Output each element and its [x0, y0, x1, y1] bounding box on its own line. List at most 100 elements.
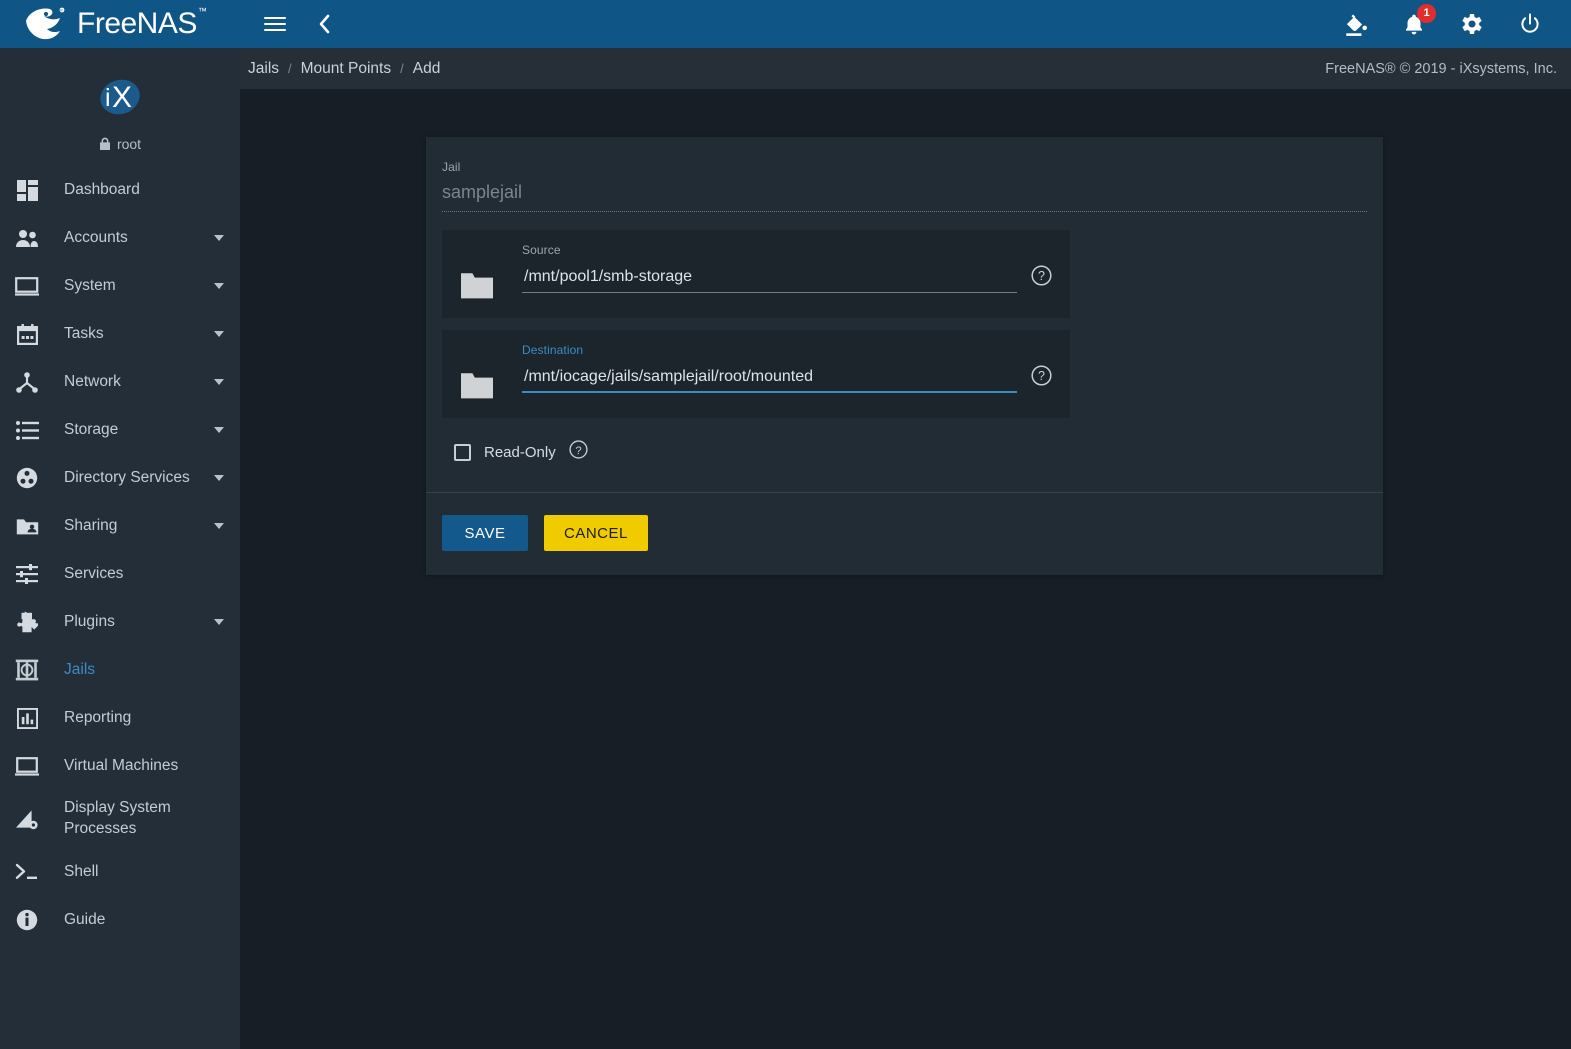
chevron-down-icon[interactable] — [214, 283, 224, 289]
readonly-label[interactable]: Read-Only — [484, 444, 556, 461]
sidebar-item-label: Network — [64, 372, 121, 390]
sidebar-item-accounts[interactable]: Accounts — [0, 214, 240, 262]
power-icon[interactable] — [1513, 7, 1547, 41]
readonly-checkbox[interactable] — [454, 443, 471, 461]
folder-icon — [461, 273, 493, 299]
brand-trademark: ™ — [197, 6, 207, 16]
people-icon — [10, 229, 44, 248]
sidebar-menu-list: Dashboard Accounts System Tasks Network … — [0, 166, 240, 944]
copyright-notice: FreeNAS® © 2019 - iXsystems, Inc. — [1325, 60, 1557, 77]
sidebar-item-plugins[interactable]: Plugins — [0, 598, 240, 646]
sidebar-item-label: Plugins — [64, 612, 115, 630]
sidebar-item-label: Tasks — [64, 324, 104, 342]
sidebar-item-dashboard[interactable]: Dashboard — [0, 166, 240, 214]
sidebar-item-sharing[interactable]: Sharing — [0, 502, 240, 550]
save-button[interactable]: SAVE — [442, 515, 528, 551]
sidebar-item-label: Storage — [64, 420, 119, 438]
main-content: Jails / Mount Points / Add FreeNAS® © 20… — [240, 48, 1571, 1049]
form-actions: SAVE CANCEL — [426, 493, 1383, 575]
chevron-down-icon[interactable] — [214, 331, 224, 337]
jail-select-value[interactable]: samplejail — [442, 182, 1367, 212]
sidebar-item-jails[interactable]: Jails — [0, 646, 240, 694]
chevron-down-icon[interactable] — [214, 475, 224, 481]
sidebar-item-system[interactable]: System — [0, 262, 240, 310]
source-input[interactable] — [522, 268, 1017, 293]
breadcrumb-item-mount-points[interactable]: Mount Points — [301, 60, 391, 78]
sidebar-item-label: Directory Services — [64, 468, 190, 486]
topbar-right-controls: 1 — [1339, 4, 1571, 41]
chevron-left-icon[interactable] — [308, 7, 342, 41]
readonly-field: Read-Only ? — [442, 430, 1367, 484]
source-explorer-card: Source ? — [442, 230, 1070, 318]
chevron-down-icon[interactable] — [214, 427, 224, 433]
sidebar-item-label: Shell — [64, 862, 99, 880]
breadcrumb-item-add: Add — [412, 59, 441, 77]
destination-input[interactable] — [522, 368, 1017, 393]
breadcrumb-separator: / — [400, 60, 404, 76]
breadcrumb-separator: / — [288, 60, 292, 76]
svg-text:X: X — [112, 81, 132, 114]
sidebar-username-row[interactable]: root — [0, 136, 240, 152]
hamburger-menu-icon[interactable] — [258, 7, 292, 41]
puzzle-piece-icon — [10, 611, 44, 633]
sidebar-item-label: Services — [64, 564, 124, 582]
dashboard-grid-icon — [10, 179, 44, 201]
form-body: Jail samplejail Source /mnt/pool1/smb-st… — [426, 137, 1383, 492]
destination-folder-browse-button[interactable] — [460, 344, 516, 400]
top-app-bar: R FreeNAS™ 1 — [0, 0, 1571, 48]
brand-wordmark: FreeNAS™ — [77, 6, 207, 39]
jail-select-field[interactable]: Jail samplejail — [442, 155, 1367, 218]
brand-logo[interactable]: R FreeNAS™ — [0, 0, 240, 48]
source-folder-browse-button[interactable] — [460, 244, 516, 300]
chevron-down-icon[interactable] — [214, 523, 224, 529]
sidebar-item-network[interactable]: Network — [0, 358, 240, 406]
sidebar-item-label: Reporting — [64, 708, 132, 726]
sidebar-username: root — [116, 136, 142, 152]
destination-input-row: ? — [522, 365, 1052, 393]
info-circle-icon — [10, 909, 44, 931]
freenas-fish-logo-icon: R — [26, 7, 65, 40]
calendar-icon — [10, 323, 44, 345]
chevron-down-icon[interactable] — [214, 235, 224, 241]
breadcrumb-item-jails[interactable]: Jails — [248, 60, 279, 78]
help-circle-icon[interactable]: ? — [1031, 265, 1052, 291]
sidebar-item-label: Sharing — [64, 516, 118, 534]
source-input-row: ? — [522, 265, 1052, 293]
sidebar-item-directory-services[interactable]: Directory Services — [0, 454, 240, 502]
lock-icon — [99, 137, 110, 150]
notification-count-badge: 1 — [1417, 4, 1436, 23]
sidebar-item-reporting[interactable]: Reporting — [0, 694, 240, 742]
breadcrumb-bar: Jails / Mount Points / Add FreeNAS® © 20… — [240, 48, 1571, 89]
laptop-icon — [10, 756, 44, 776]
source-field-label: Source — [522, 243, 561, 257]
paint-bucket-icon[interactable] — [1339, 7, 1373, 41]
sidebar-item-tasks[interactable]: Tasks — [0, 310, 240, 358]
sidebar-item-storage[interactable]: Storage — [0, 406, 240, 454]
ix-logo-avatar-icon[interactable]: i X — [91, 68, 149, 126]
sidebar-item-display-system-processes[interactable]: Display System Processes — [0, 790, 240, 848]
sidebar-item-label: System — [64, 276, 116, 294]
sidebar-item-label: Guide — [64, 910, 106, 928]
chevron-down-icon[interactable] — [214, 619, 224, 625]
sidebar-item-shell[interactable]: Shell — [0, 848, 240, 896]
processes-icon — [10, 809, 44, 830]
sidebar-item-label: Dashboard — [64, 180, 140, 198]
monitor-icon — [10, 276, 44, 296]
network-nodes-icon — [10, 371, 44, 393]
folder-icon — [461, 373, 493, 399]
bar-chart-icon — [10, 707, 44, 729]
help-circle-icon[interactable]: ? — [569, 440, 588, 464]
chevron-down-icon[interactable] — [214, 379, 224, 385]
destination-explorer-card: Destination ? — [442, 330, 1070, 418]
bell-icon[interactable]: 1 — [1397, 4, 1436, 41]
sidebar-item-virtual-machines[interactable]: Virtual Machines — [0, 742, 240, 790]
destination-field-col: Destination ? — [516, 344, 1052, 393]
help-circle-icon[interactable]: ? — [1031, 365, 1052, 391]
sidebar-item-guide[interactable]: Guide — [0, 896, 240, 944]
gear-icon[interactable] — [1455, 7, 1489, 41]
svg-text:i: i — [105, 84, 111, 112]
directory-services-icon — [10, 467, 44, 489]
sidebar-user-block: i X root — [0, 48, 240, 166]
cancel-button[interactable]: CANCEL — [544, 515, 648, 551]
sidebar-item-services[interactable]: Services — [0, 550, 240, 598]
